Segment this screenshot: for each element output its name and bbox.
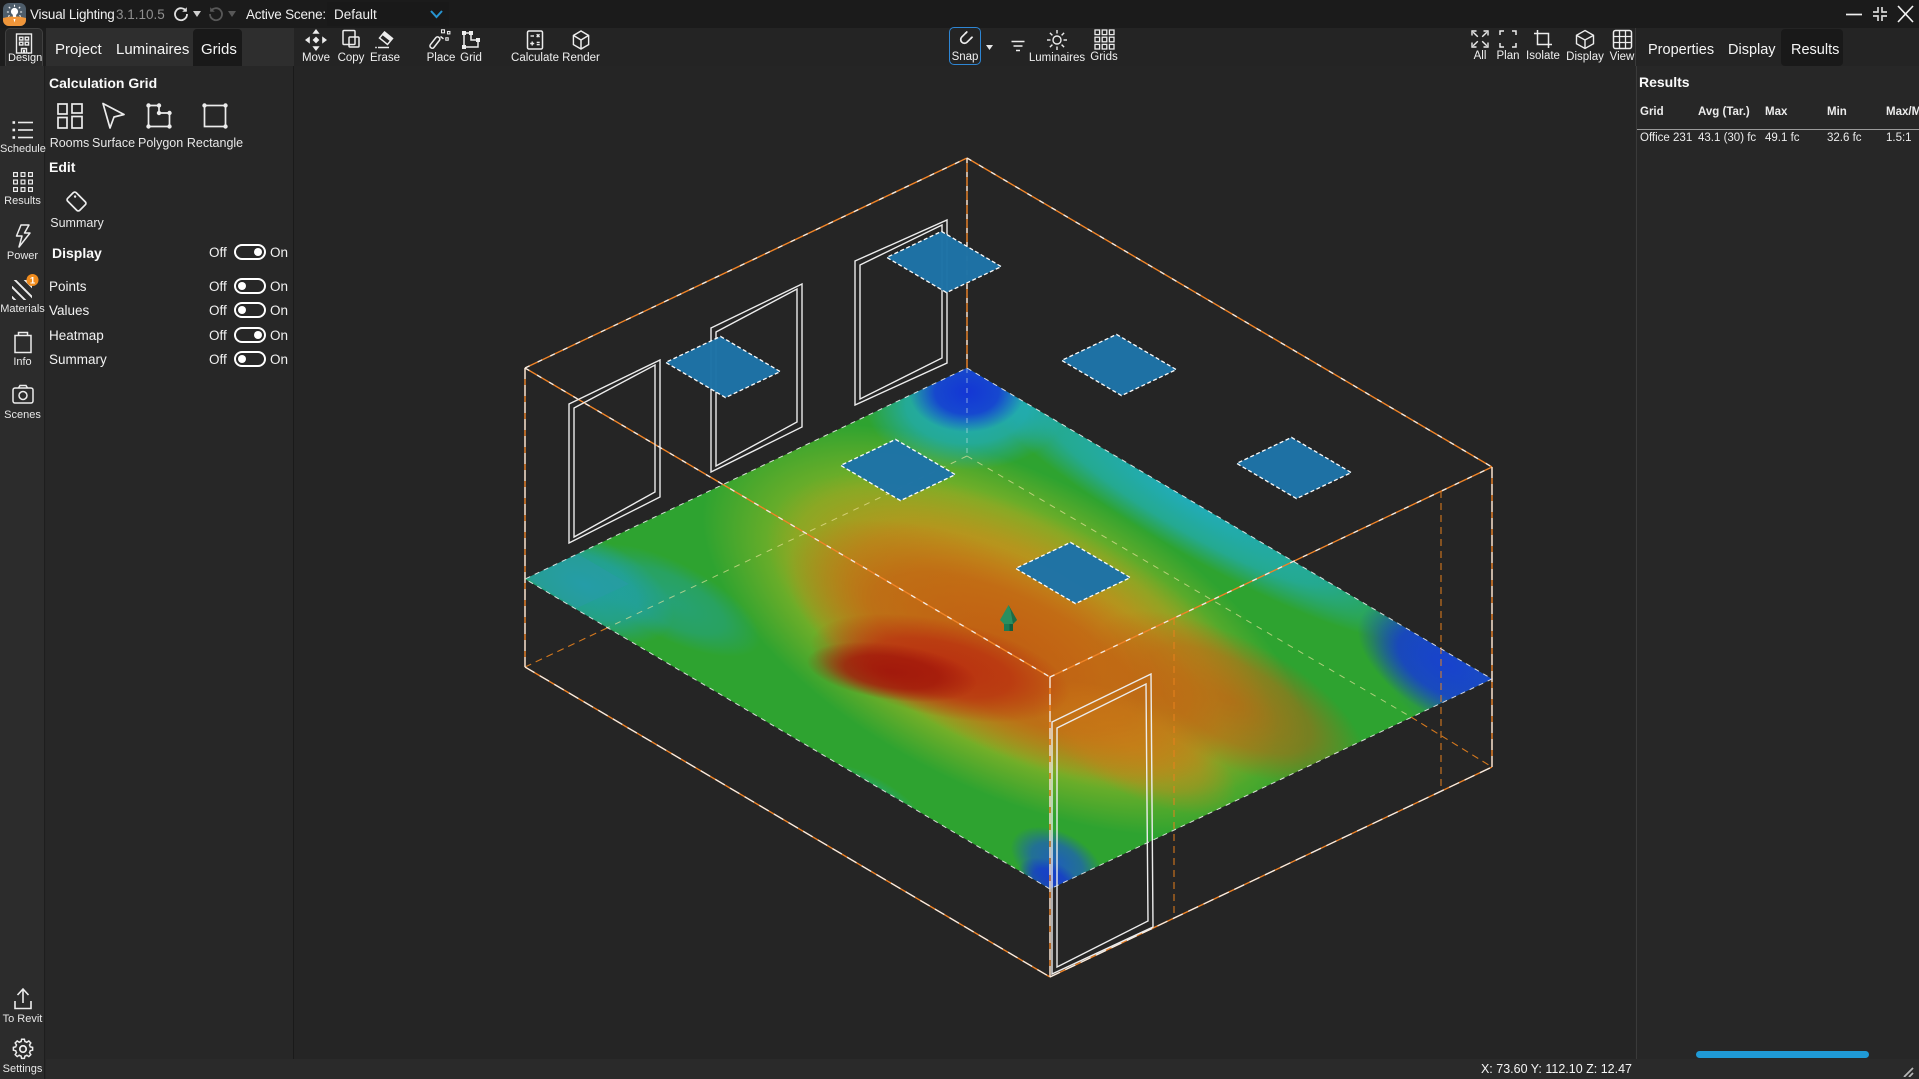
svg-text:1: 1 — [30, 275, 36, 286]
